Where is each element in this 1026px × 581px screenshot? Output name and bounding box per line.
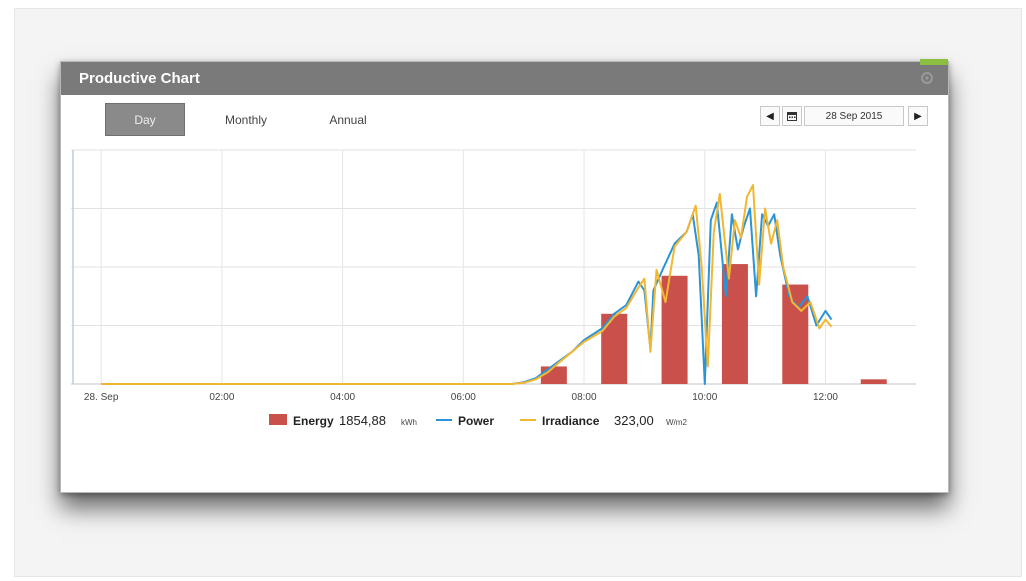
widget-title: Productive Chart	[79, 70, 200, 87]
energy-bar	[860, 379, 887, 384]
legend-energy-unit: kWh	[401, 418, 417, 427]
next-day-button[interactable]: ▶	[908, 106, 928, 126]
legend-energy-swatch	[269, 414, 287, 425]
x-tick-label: 28. Sep	[84, 392, 119, 403]
legend-energy-name: Energy	[293, 414, 334, 428]
widget-titlebar: Productive Chart	[61, 59, 948, 95]
triangle-left-icon: ◀	[766, 110, 774, 122]
x-tick-label: 04:00	[330, 392, 355, 403]
energy-bars	[540, 264, 887, 384]
date-navigator: ◀ 28 Sep 2015 ▶	[760, 106, 930, 126]
legend-energy-value: 1854,88	[339, 413, 386, 428]
gear-icon[interactable]	[920, 71, 934, 85]
accent-strip	[920, 59, 948, 65]
x-tick-label: 12:00	[813, 392, 838, 403]
chart-legend: Energy 1854,88 kWh Power Irradiance 323,00 W/m…	[269, 413, 687, 428]
x-tick-label: 06:00	[451, 392, 476, 403]
x-tick-label: 10:00	[692, 392, 717, 403]
productive-chart-widget: Productive Chart Day Monthly Annual ◀ 28…	[60, 59, 949, 493]
date-value: 28 Sep 2015	[825, 110, 883, 122]
legend-irradiance-value: 323,00	[614, 413, 654, 428]
triangle-right-icon: ▶	[914, 110, 922, 122]
date-input[interactable]: 28 Sep 2015	[804, 106, 904, 126]
production-chart: 28. Sep 02:00 04:00 06:00 08:00 10:00 12:00 En…	[71, 149, 916, 428]
legend-irradiance-unit: W/m2	[666, 418, 687, 427]
energy-bar	[721, 264, 748, 384]
x-tick-label: 08:00	[572, 392, 597, 403]
calendar-icon	[787, 112, 797, 121]
prev-day-button[interactable]: ◀	[760, 106, 780, 126]
x-tick-label: 02:00	[209, 392, 234, 403]
legend-irradiance-name: Irradiance	[542, 414, 600, 428]
tab-day[interactable]: Day	[105, 103, 185, 136]
tab-monthly[interactable]: Monthly	[211, 103, 281, 136]
calendar-button[interactable]	[782, 106, 802, 126]
tab-annual[interactable]: Annual	[313, 103, 383, 136]
energy-bar	[661, 275, 688, 384]
x-axis-ticks: 28. Sep 02:00 04:00 06:00 08:00 10:00 12:00	[84, 392, 838, 403]
legend-power-name: Power	[458, 414, 494, 428]
